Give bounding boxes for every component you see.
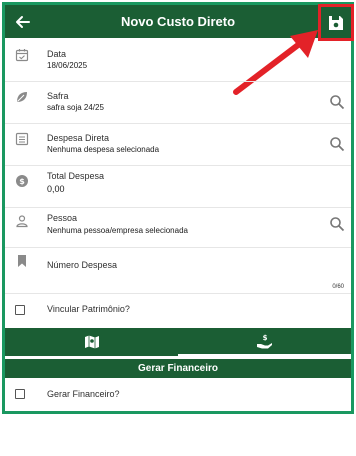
tab-map[interactable] [5,328,178,356]
calendar-icon [15,49,29,62]
safra-label: Safra [47,91,69,101]
despesa-direta-label: Despesa Direta [47,133,110,143]
total-despesa-value: 0,00 [47,184,65,194]
despesa-direta-field[interactable]: Despesa Direta Nenhuma despesa seleciona… [5,124,351,164]
date-label: Data [47,49,67,59]
numero-despesa-field[interactable]: Número Despesa [5,248,351,288]
gerar-financeiro-label: Gerar Financeiro? [47,389,120,399]
total-despesa-label: Total Despesa [47,171,105,181]
tab-financeiro[interactable]: $ [178,328,351,356]
bookmark-icon [18,255,26,267]
section-header-gerar-financeiro: Gerar Financeiro [5,359,351,378]
safra-field[interactable]: Safra safra soja 24/25 [5,82,351,122]
map-icon [85,335,99,349]
pessoa-field[interactable]: Pessoa Nenhuma pessoa/empresa selecionad… [5,208,351,248]
pessoa-value: Nenhuma pessoa/empresa selecionada [47,226,188,235]
vincular-patrimonio-checkbox[interactable] [15,305,25,315]
numero-despesa-label: Número Despesa [47,260,118,270]
list-icon [15,132,29,146]
search-icon[interactable] [329,94,345,110]
save-icon[interactable] [326,13,346,33]
gerar-financeiro-row: Gerar Financeiro? [5,380,351,410]
person-icon [16,215,28,228]
svg-text:$: $ [19,177,25,186]
vincular-patrimonio-row: Vincular Patrimônio? [5,294,351,326]
total-despesa-field: $ Total Despesa 0,00 [5,166,351,206]
safra-value: safra soja 24/25 [47,103,104,112]
gerar-financeiro-checkbox[interactable] [15,389,25,399]
date-field[interactable]: Data 18/06/2025 [5,40,351,80]
character-counter: 0/60 [332,284,344,290]
date-value: 18/06/2025 [47,61,88,70]
tab-indicator [178,354,351,356]
tab-bar: $ [5,328,351,356]
hand-money-icon: $ [257,334,272,349]
leaf-icon [17,92,27,102]
dollar-coin-icon: $ [16,175,28,187]
despesa-direta-value: Nenhuma despesa selecionada [47,145,160,154]
svg-text:$: $ [263,334,268,342]
pessoa-label: Pessoa [47,213,78,223]
vincular-patrimonio-label: Vincular Patrimônio? [47,304,130,314]
search-icon[interactable] [329,136,345,152]
search-icon[interactable] [329,216,345,232]
